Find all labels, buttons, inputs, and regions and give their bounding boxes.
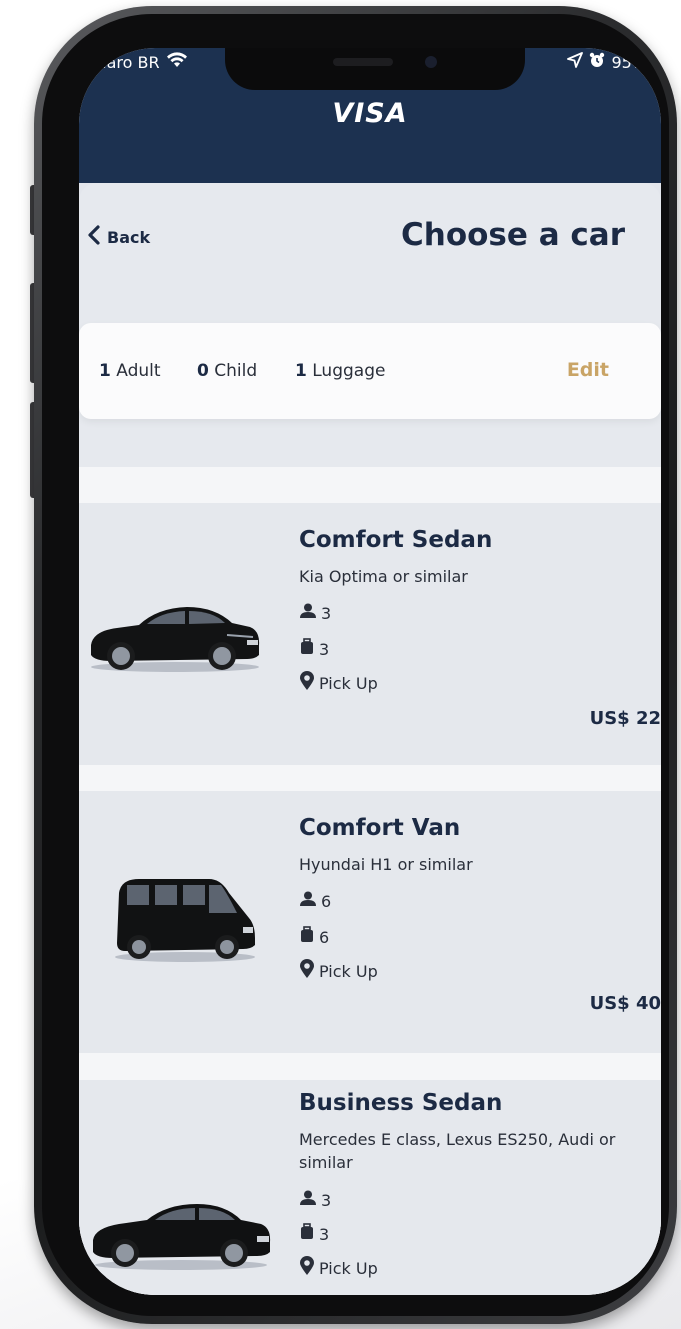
luggage-summary: 1 Luggage	[295, 361, 385, 381]
car-description: Hyundai H1 or similar	[299, 855, 473, 874]
wifi-icon	[166, 52, 188, 72]
luggage-count: 1	[295, 361, 307, 381]
car-card-comfort-van[interactable]: Comfort Van Hyundai H1 or similar 6 6 Pi…	[79, 791, 661, 1053]
person-icon	[299, 1190, 317, 1210]
service-label: Pick Up	[319, 961, 378, 981]
car-price: US$ 22	[589, 708, 661, 729]
luggage-count: 3	[319, 639, 330, 659]
luggage-count: 6	[319, 927, 330, 947]
service-type: Pick Up	[299, 959, 378, 983]
suitcase-icon	[299, 638, 315, 660]
camera-notch	[225, 48, 525, 90]
suitcase-icon	[299, 926, 315, 948]
service-label: Pick Up	[319, 673, 378, 693]
passenger-count: 3	[321, 1190, 332, 1210]
content-panel: Back Choose a car 1 Adult 0 Child 1 Lugg…	[79, 183, 661, 1295]
luggage-capacity: 3	[299, 1223, 329, 1245]
car-name: Comfort Sedan	[299, 527, 493, 553]
status-bar-left: Claro BR	[91, 52, 188, 72]
suitcase-icon	[299, 1223, 315, 1245]
booking-summary: 1 Adult 0 Child 1 Luggage Edit	[79, 323, 661, 419]
person-icon	[299, 603, 317, 623]
business-sedan-image	[89, 1192, 274, 1276]
car-card-business-sedan[interactable]: Business Sedan Mercedes E class, Lexus E…	[79, 1080, 661, 1295]
luggage-capacity: 6	[299, 926, 329, 948]
passenger-count: 3	[321, 603, 332, 623]
alarm-icon	[589, 52, 605, 72]
passenger-count: 6	[321, 891, 332, 911]
passenger-capacity: 3	[299, 1190, 331, 1210]
children-summary: 0 Child	[197, 361, 257, 381]
map-pin-icon	[299, 1256, 315, 1280]
passenger-capacity: 3	[299, 603, 331, 623]
speaker-grille	[333, 58, 393, 66]
car-description: Mercedes E class, Lexus ES250, Audi or s…	[299, 1130, 616, 1172]
car-card-comfort-sedan[interactable]: Comfort Sedan Kia Optima or similar 3 3 …	[79, 503, 661, 765]
car-name: Comfort Van	[299, 815, 461, 841]
phone-screen: Claro BR 95% VISA Back Choose a car 1 Ad…	[79, 48, 661, 1295]
brand-logo: VISA	[332, 98, 408, 129]
back-button[interactable]: Back	[87, 225, 150, 249]
app-header: Claro BR 95% VISA	[79, 48, 661, 183]
luggage-capacity: 3	[299, 638, 329, 660]
edit-button[interactable]: Edit	[567, 359, 609, 381]
front-camera	[425, 56, 437, 68]
chevron-left-icon	[87, 225, 101, 249]
adults-summary: 1 Adult	[99, 361, 161, 381]
children-count: 0	[197, 361, 209, 381]
sedan-image	[87, 595, 262, 679]
van-image	[109, 863, 259, 967]
passenger-capacity: 6	[299, 891, 331, 911]
luggage-label: Luggage	[312, 361, 386, 381]
page-title: Choose a car	[401, 217, 625, 253]
adults-count: 1	[99, 361, 111, 381]
car-name: Business Sedan	[299, 1090, 503, 1116]
children-label: Child	[214, 361, 258, 381]
service-type: Pick Up	[299, 1256, 378, 1280]
battery-percent: 95%	[611, 52, 647, 72]
service-label: Pick Up	[319, 1258, 378, 1278]
car-description: Kia Optima or similar	[299, 567, 468, 586]
map-pin-icon	[299, 959, 315, 983]
person-icon	[299, 891, 317, 911]
back-label: Back	[107, 227, 151, 247]
location-arrow-icon	[567, 52, 584, 72]
carrier-name: Claro BR	[91, 52, 160, 72]
adults-label: Adult	[116, 361, 161, 381]
map-pin-icon	[299, 671, 315, 695]
status-bar-right: 95%	[567, 52, 647, 72]
luggage-count: 3	[319, 1224, 330, 1244]
service-type: Pick Up	[299, 671, 378, 695]
car-price: US$ 40	[589, 993, 661, 1014]
